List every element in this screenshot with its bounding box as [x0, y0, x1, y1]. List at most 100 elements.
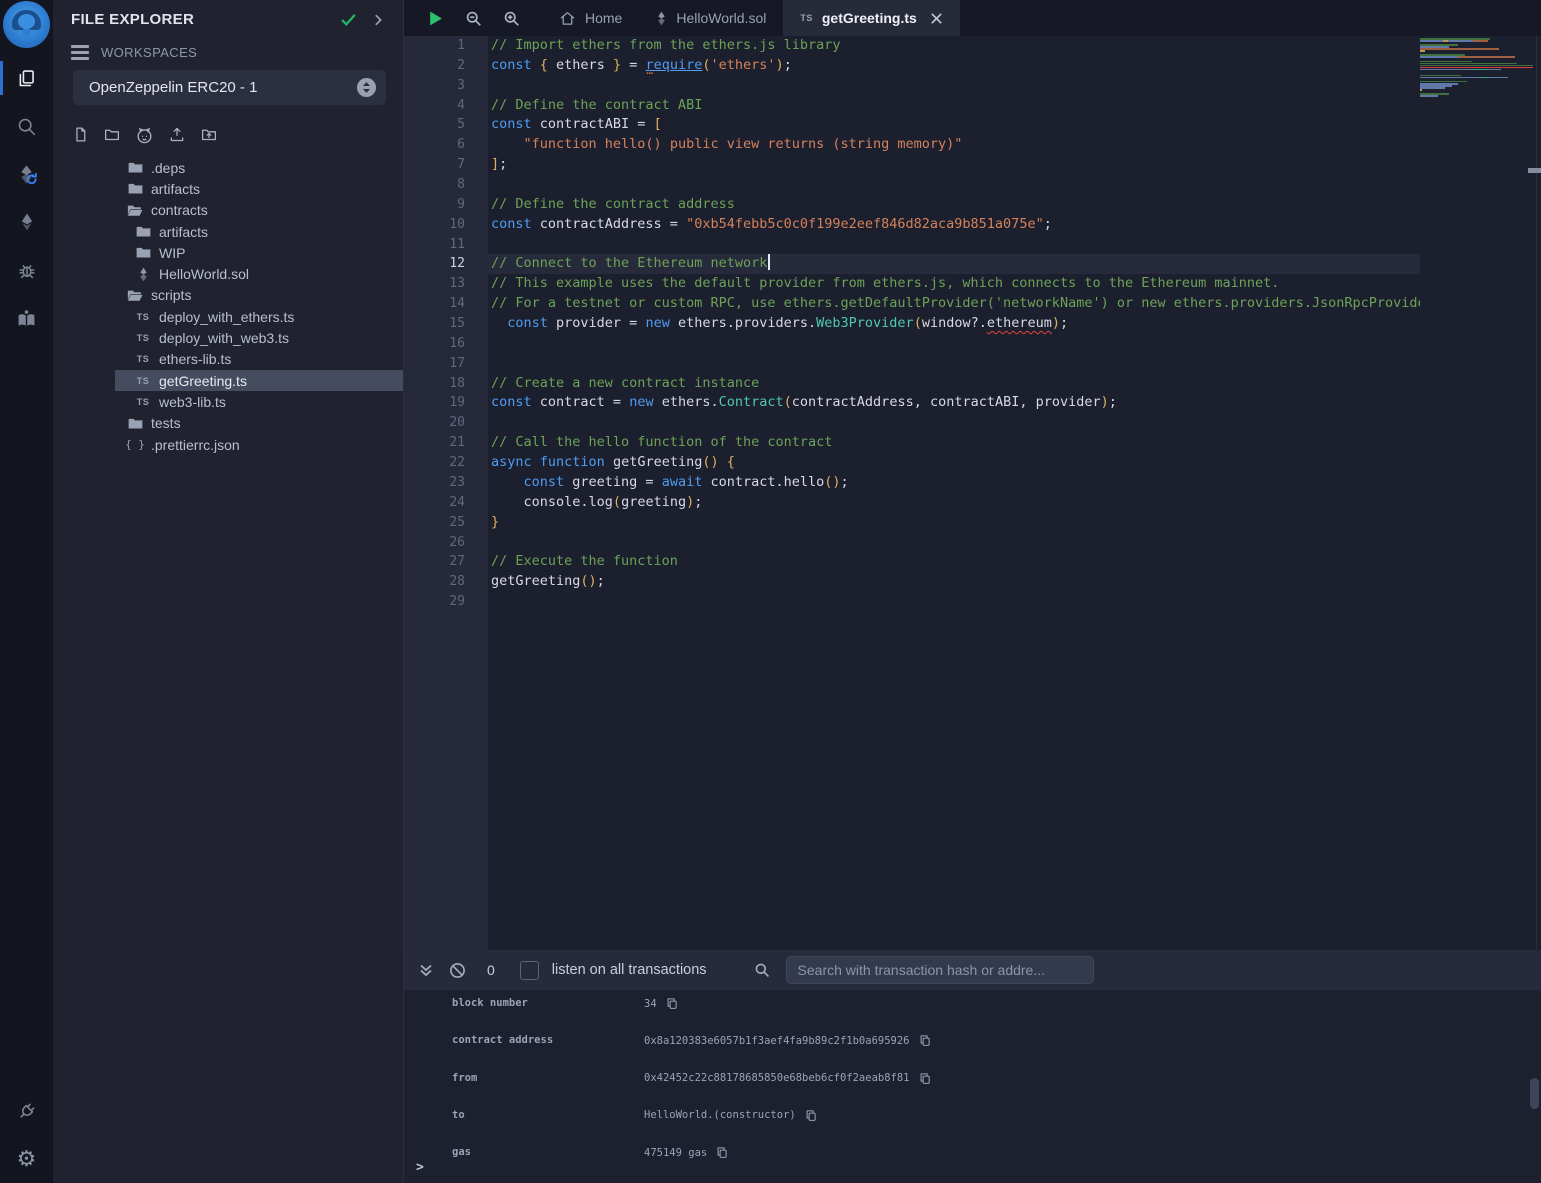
solidity-compiler-icon[interactable] [0, 150, 53, 198]
terminal-scrollbar[interactable] [1530, 1078, 1539, 1109]
debugger-icon[interactable] [0, 246, 53, 294]
plugin-manager-icon[interactable] [0, 1087, 53, 1135]
learneth-icon[interactable] [0, 294, 53, 342]
line-number: 6 [403, 135, 465, 155]
remix-logo-icon[interactable] [3, 1, 50, 48]
tree-item-ethers-lib-ts[interactable]: TSethers-lib.ts [115, 349, 403, 370]
deploy-run-icon[interactable] [0, 198, 53, 246]
check-icon[interactable] [340, 11, 357, 28]
github-icon[interactable] [135, 126, 154, 145]
upload-file-icon[interactable] [168, 126, 186, 145]
tree-item-getgreeting-ts[interactable]: TSgetGreeting.ts [115, 370, 403, 391]
ts-icon: TS [135, 397, 151, 407]
code-line-19: 19const contract = new ethers.Contract(c… [403, 393, 1541, 413]
tree-item-artifacts[interactable]: artifacts [115, 178, 403, 199]
tab-bar: HomeHelloWorld.solTSgetGreeting.ts [403, 0, 1541, 36]
copy-icon[interactable] [919, 1034, 931, 1047]
copy-icon[interactable] [716, 1146, 728, 1159]
tree-item-artifacts[interactable]: artifacts [115, 221, 403, 242]
workspaces-menu-icon[interactable] [71, 45, 89, 59]
chevron-right-icon[interactable] [371, 13, 385, 27]
close-tab-icon[interactable] [930, 12, 943, 25]
code-token: Contract [719, 394, 784, 410]
code-token: ) [686, 494, 694, 510]
workspaces-row: WORKSPACES [53, 28, 403, 60]
line-number: 16 [403, 334, 465, 354]
tree-item-deploy-with-web3-ts[interactable]: TSdeploy_with_web3.ts [115, 327, 403, 348]
tab-home[interactable]: Home [542, 0, 639, 36]
code-line-14: 14// For a testnet or custom RPC, use et… [403, 294, 1541, 314]
solidity-icon [656, 11, 667, 26]
file-explorer-icon[interactable] [0, 54, 53, 102]
code-token: Web3Provider [816, 315, 914, 331]
listen-checkbox[interactable] [520, 961, 539, 980]
tree-item-contracts[interactable]: contracts [115, 200, 403, 221]
clear-console-icon[interactable] [449, 962, 466, 979]
search-icon[interactable] [0, 102, 53, 150]
minimap-segment [1420, 69, 1470, 71]
tab-helloworld-sol[interactable]: HelloWorld.sol [639, 0, 783, 36]
minimap-segment [1420, 77, 1479, 79]
tree-item-label: contracts [151, 202, 208, 218]
workspace-select[interactable]: OpenZeppelin ERC20 - 1 [73, 70, 386, 105]
overview-ruler [1536, 36, 1537, 950]
terminal-search-input[interactable] [786, 956, 1094, 984]
code-line-16: 16 [403, 334, 1541, 354]
tree-item-web3-lib-ts[interactable]: TSweb3-lib.ts [115, 391, 403, 412]
tree-item--prettierrc-json[interactable]: { }.prettierrc.json [115, 434, 403, 455]
run-script-button[interactable] [427, 0, 444, 36]
minimap-segment [1473, 40, 1488, 42]
settings-icon[interactable]: ⚙ [0, 1135, 53, 1183]
upload-folder-icon[interactable] [200, 126, 218, 145]
minimap-segment [1420, 50, 1425, 52]
copy-icon[interactable] [666, 997, 678, 1010]
code-token: async [491, 454, 532, 470]
code-token: ; [1060, 315, 1068, 331]
tree-item-helloworld-sol[interactable]: HelloWorld.sol [115, 263, 403, 284]
code-line-25: 25} [403, 513, 1541, 533]
tree-item-tests[interactable]: tests [115, 413, 403, 434]
line-number: 5 [403, 115, 465, 135]
line-number: 26 [403, 533, 465, 553]
file-explorer-panel: FILE EXPLORER WORKSPACES OpenZeppelin ER… [53, 0, 404, 1183]
copy-icon[interactable] [805, 1109, 817, 1122]
code-editor[interactable]: 1// Import ethers from the ethers.js lib… [403, 36, 1541, 950]
line-number: 3 [403, 76, 465, 96]
new-folder-icon[interactable] [103, 126, 121, 145]
minimap[interactable] [1420, 36, 1533, 950]
code-token: const [507, 315, 548, 331]
new-file-icon[interactable] [72, 126, 89, 145]
tree-item-scripts[interactable]: scripts [115, 285, 403, 306]
tree-item-label: deploy_with_web3.ts [159, 330, 289, 346]
terminal-row-block-number: block number34 [403, 990, 1541, 1027]
tree-item-deploy-with-ethers-ts[interactable]: TSdeploy_with_ethers.ts [115, 306, 403, 327]
zoom-out-icon[interactable] [465, 0, 482, 36]
tree-item-label: WIP [159, 245, 185, 261]
code-token: } [613, 57, 621, 73]
code-token: ; [597, 573, 605, 589]
tree-item-wip[interactable]: WIP [115, 242, 403, 263]
collapse-terminal-icon[interactable] [418, 962, 434, 978]
line-number: 22 [403, 453, 465, 473]
code-token: () [702, 454, 718, 470]
terminal-prompt[interactable]: > [416, 1160, 424, 1175]
copy-icon[interactable] [919, 1072, 931, 1085]
zoom-in-icon[interactable] [503, 0, 520, 36]
code-token: ethereum [987, 315, 1052, 331]
code-token: ; [1044, 216, 1052, 232]
line-number: 17 [403, 354, 465, 374]
terminal-header: 0 listen on all transactions [403, 950, 1541, 990]
code-token: // Define the contract address [491, 196, 735, 212]
tree-item--deps[interactable]: .deps [115, 157, 403, 178]
minimap-segment [1490, 77, 1508, 79]
tab-getgreeting-ts[interactable]: TSgetGreeting.ts [783, 0, 959, 36]
terminal-panel: 0 listen on all transactions block numbe… [403, 950, 1541, 1183]
listen-label[interactable]: listen on all transactions [552, 962, 707, 978]
file-tree: .depsartifactscontractsartifactsWIPHello… [53, 157, 403, 455]
code-token: ; [841, 474, 849, 490]
code-line-21: 21// Call the hello function of the cont… [403, 433, 1541, 453]
code-token: getGreeting [491, 573, 580, 589]
code-line-1: 1// Import ethers from the ethers.js lib… [403, 36, 1541, 56]
code-token [491, 315, 507, 331]
activity-bar-top [0, 54, 53, 342]
